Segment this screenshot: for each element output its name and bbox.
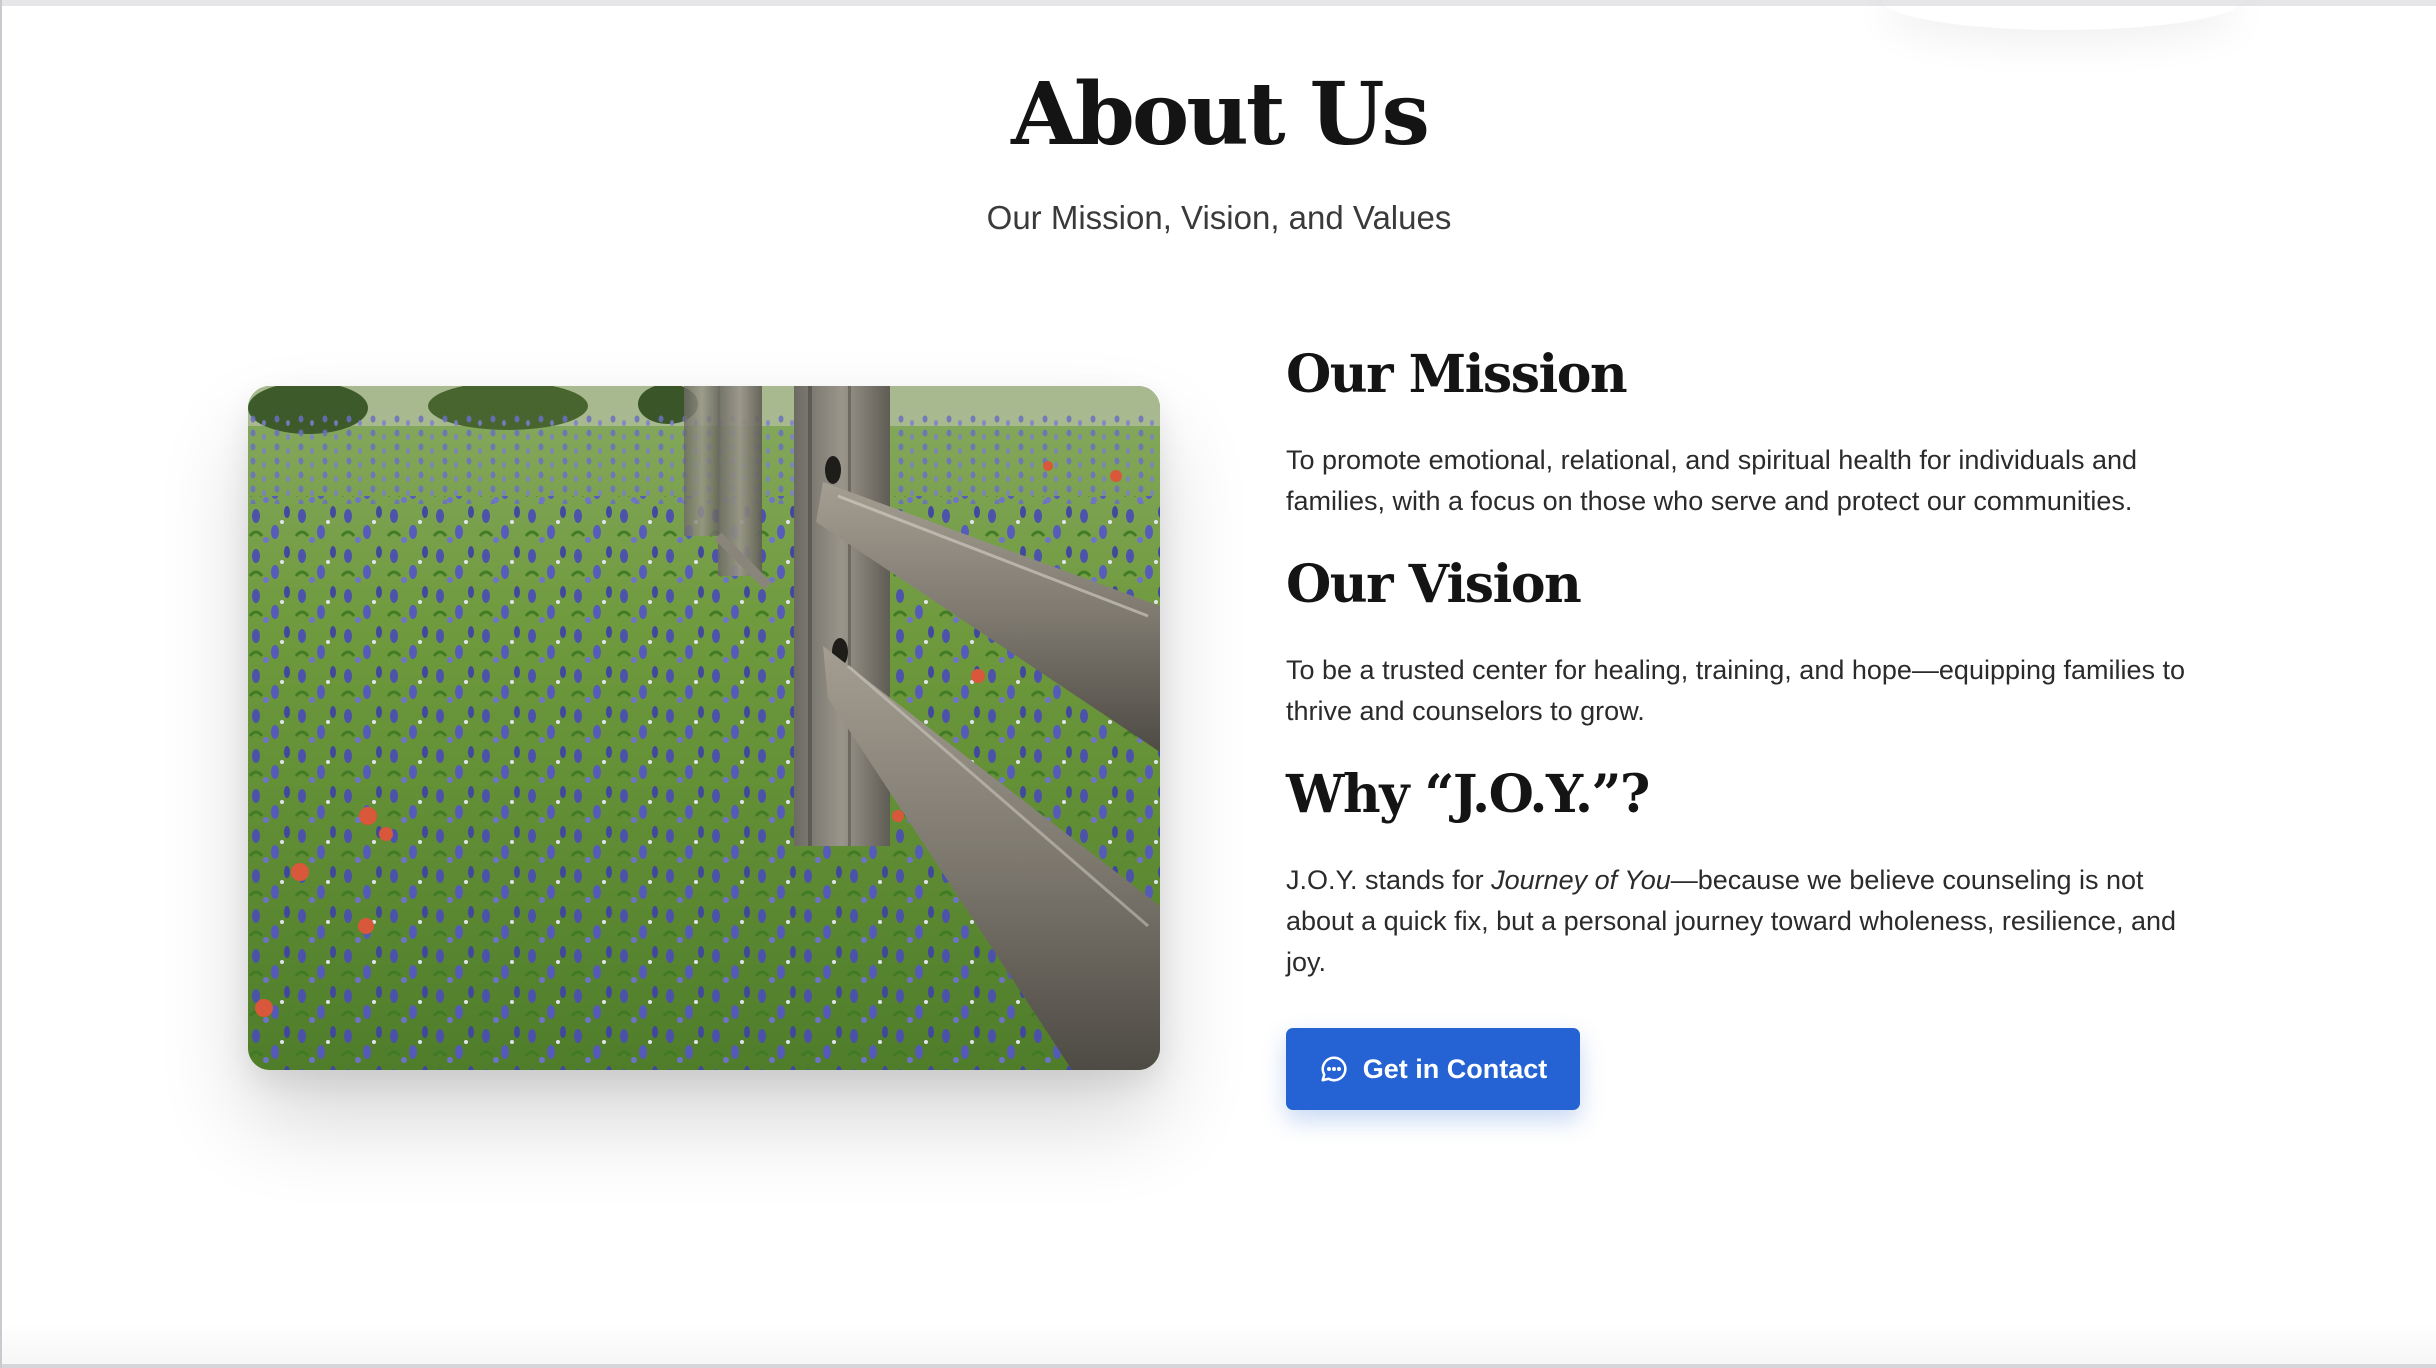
vision-text: To be a trusted center for healing, trai… (1286, 655, 2186, 726)
joy-text-emphasis: Journey of You (1491, 865, 1671, 895)
bottom-divider (2, 1364, 2436, 1368)
get-in-contact-button[interactable]: Get in Contact (1286, 1028, 1580, 1110)
about-page: About Us Our Mission, Vision, and Values (0, 0, 2436, 1368)
page-title: About Us (1011, 64, 1430, 165)
mission-text: To promote emotional, relational, and sp… (1286, 445, 2138, 516)
vision-heading: Our Vision (1286, 554, 1582, 615)
page-subtitle: Our Mission, Vision, and Values (986, 199, 1452, 236)
joy-heading: Why “J.O.Y.”? (1286, 764, 1650, 825)
bottom-fade (2, 1324, 2436, 1364)
get-in-contact-label: Get in Contact (1362, 1053, 1548, 1084)
mission-heading: Our Mission (1286, 344, 1628, 405)
joy-text-prefix: J.O.Y. stands for (1286, 865, 1492, 895)
about-content: Our Mission To promote emotional, relati… (1286, 340, 2206, 983)
chat-bubble-icon (1319, 1054, 1349, 1084)
header-shadow (1882, 0, 2242, 30)
wildflower-fence-photo (248, 386, 1160, 1070)
joy-text: J.O.Y. stands for Journey of You—because… (1286, 860, 2206, 983)
